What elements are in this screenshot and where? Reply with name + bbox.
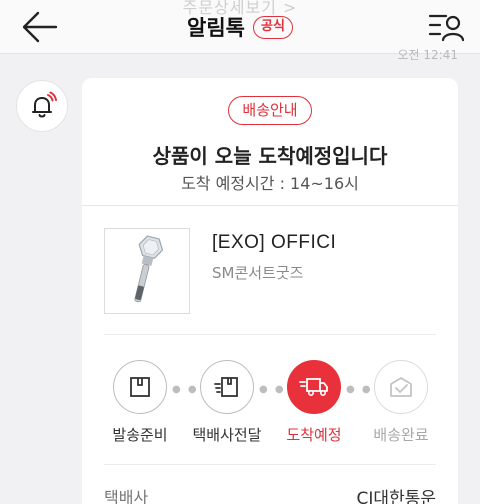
step-label: 배송완료 [373,426,429,444]
message-headline: 상품이 오늘 도착예정입니다 [152,144,388,168]
step-delivered: 배송완료 [356,360,446,445]
truck-icon [287,360,341,414]
bell-icon[interactable] [16,80,68,132]
header-title-group: 알림톡 공식 [0,12,480,42]
step-label: 택배사전달 [192,426,262,444]
divider [82,205,458,206]
step-label: 발송준비 [112,426,168,444]
product-seller: SM콘서트굿즈 [212,264,304,282]
message-time: 오전 12:41 [397,48,458,62]
step-label: 도착예정 [286,426,342,444]
delivery-steps: 발송준비 ● ● ● 택배사전달 ● ● ● 도착예정 ● ● ● 배송완료 [82,360,458,450]
menu-profile-icon[interactable] [428,10,465,44]
open-box-icon [374,360,428,414]
divider [104,334,436,335]
product-name[interactable]: [EXO] OFFICI [212,232,336,254]
courier-value: CJ대한통운 [356,489,436,504]
arrival-time-text: 도착 예정시간 : 14~16시 [181,174,359,193]
notification-card: 배송안내 상품이 오늘 도착예정입니다 도착 예정시간 : 14~16시 [EX… [82,78,458,504]
step-arriving: 도착예정 [269,360,359,445]
page-title: 알림톡 [187,16,246,40]
step-handed-over: 택배사전달 [182,360,272,445]
step-ready: 발송준비 [95,360,185,445]
official-badge: 공식 [253,15,293,39]
package-moving-icon [200,360,254,414]
delivery-notice-badge: 배송안내 [228,96,312,125]
courier-label: 택배사 [104,488,149,504]
box-icon [113,360,167,414]
divider [104,464,436,465]
badge-wrap: 배송안내 [82,96,458,125]
product-thumbnail[interactable] [104,228,190,314]
